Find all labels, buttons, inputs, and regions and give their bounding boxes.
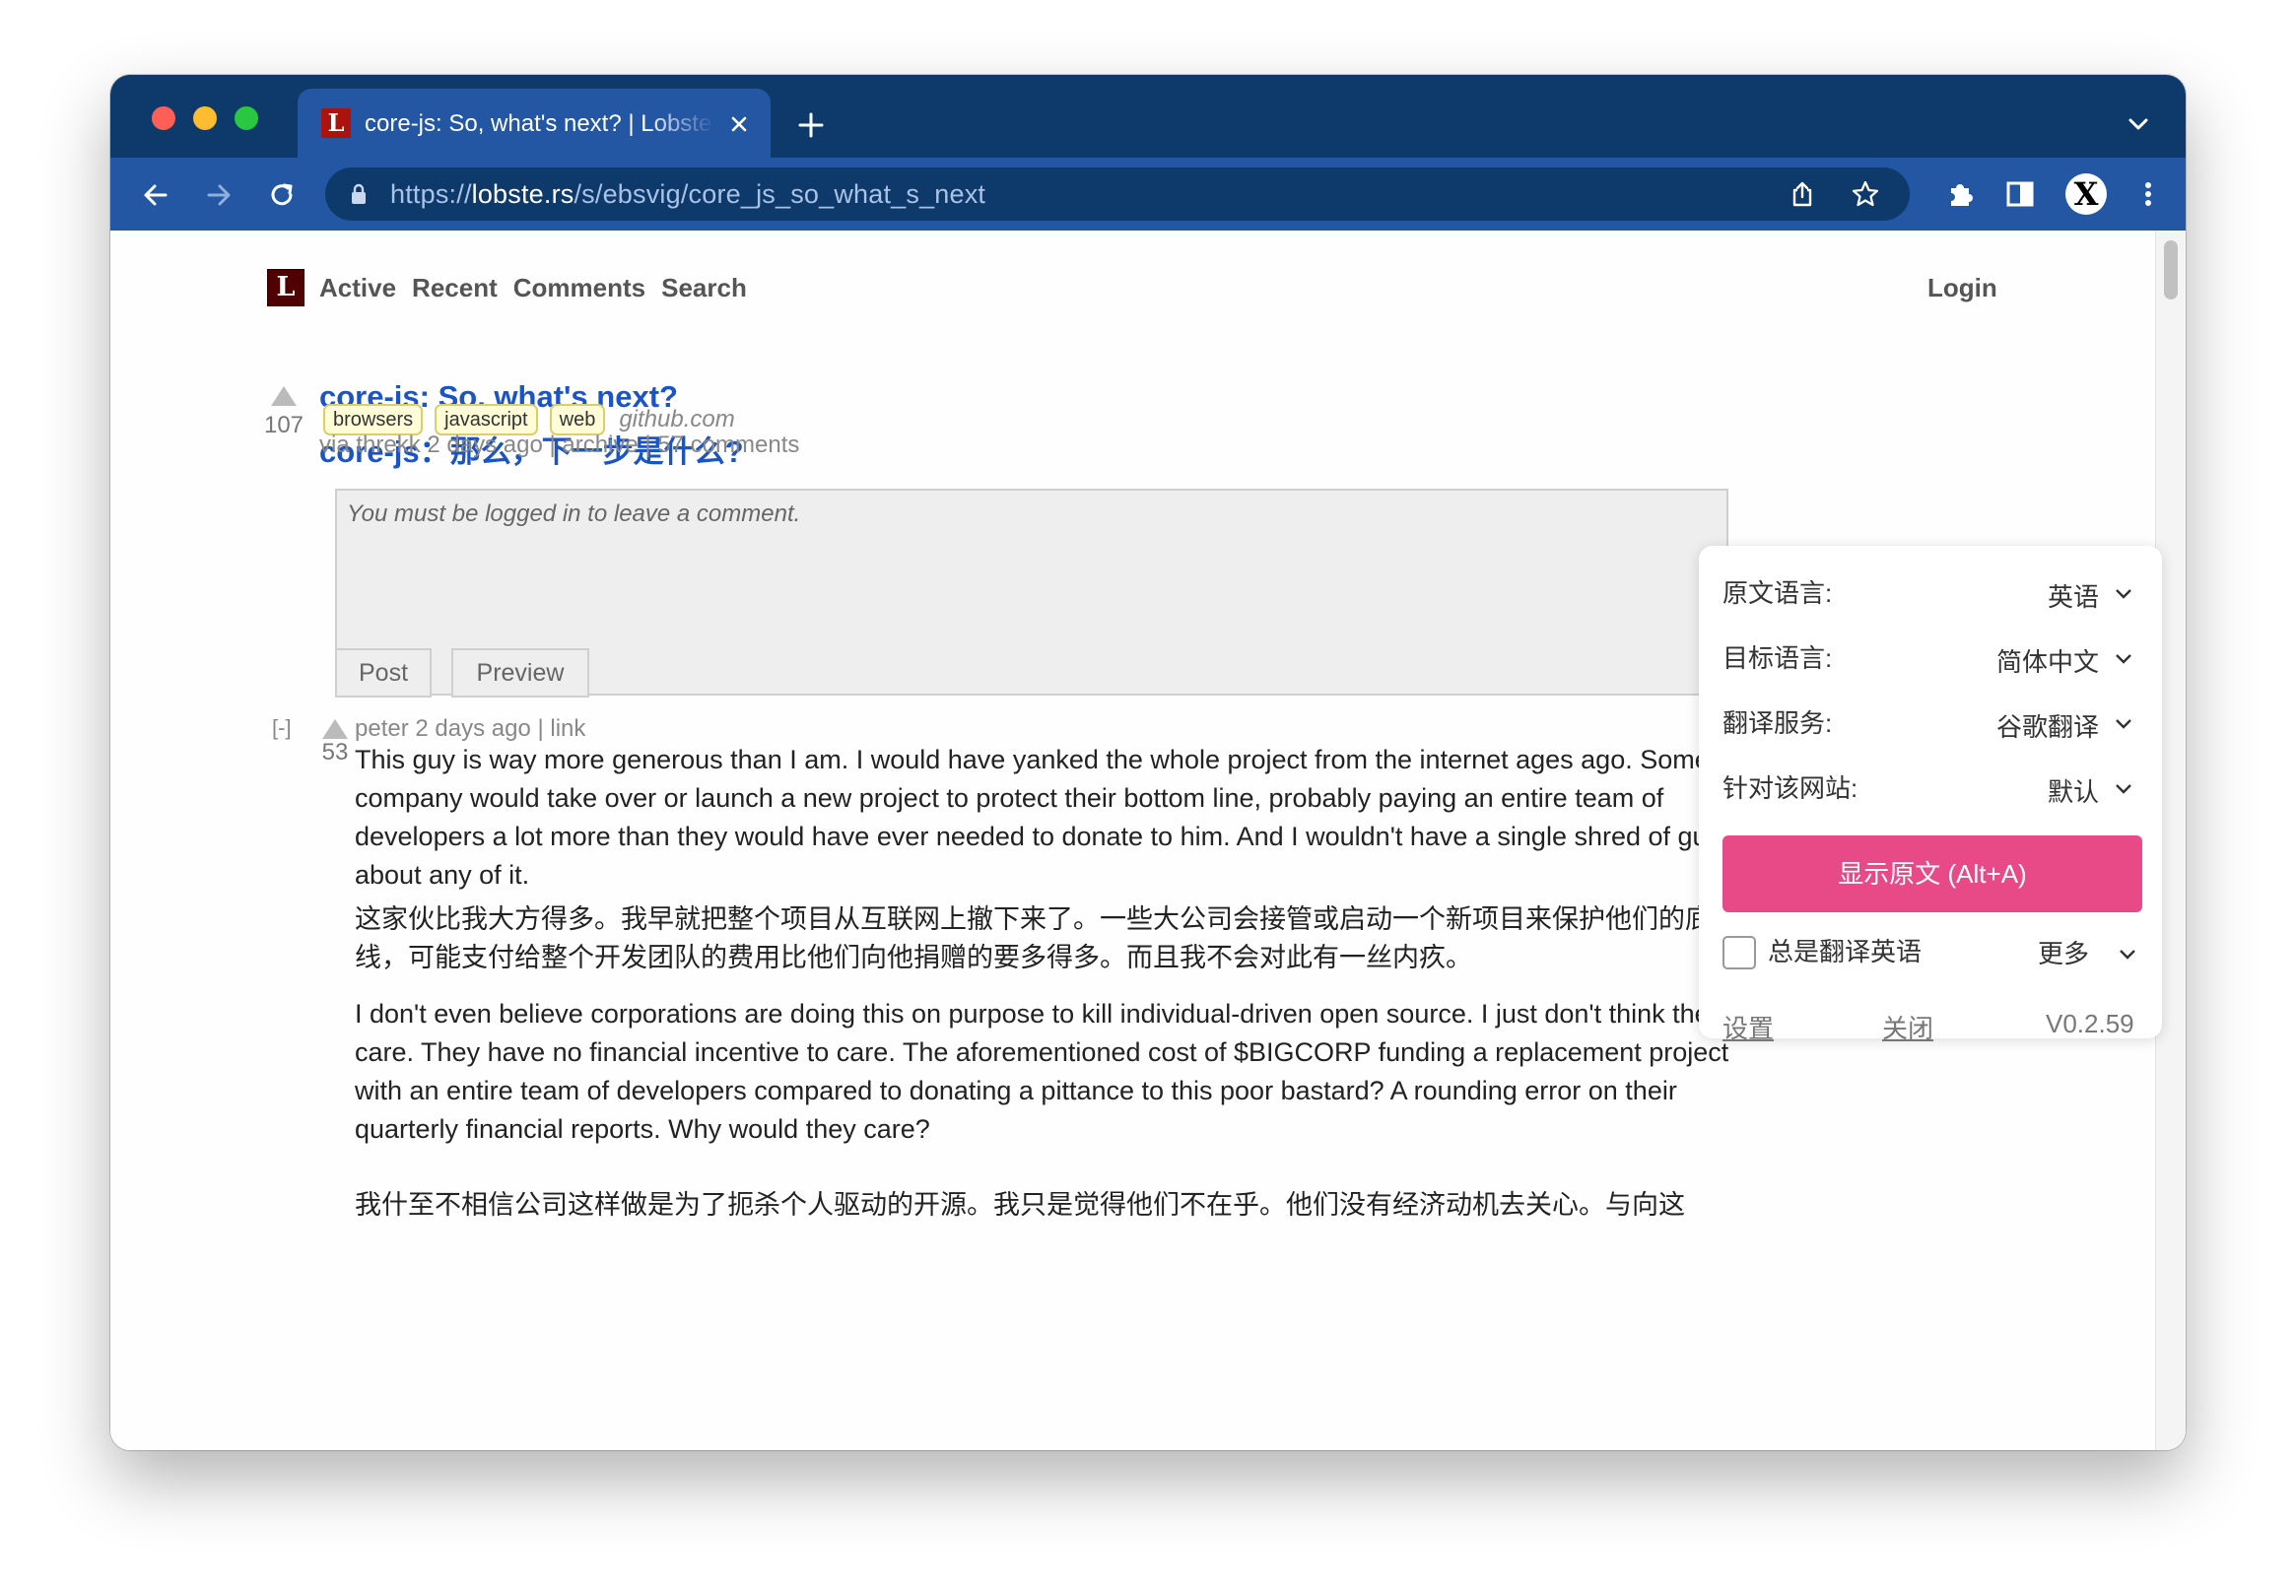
browser-menu-icon[interactable] (2130, 176, 2166, 212)
maximize-window-button[interactable] (235, 106, 258, 130)
show-original-button[interactable]: 显示原文 (Alt+A) (1722, 835, 2142, 912)
chevron-down-icon[interactable] (2117, 946, 2138, 962)
target-language-select[interactable]: 目标语言: 简体中文 (1722, 636, 2138, 680)
new-tab-icon[interactable] (794, 108, 828, 142)
translator-popup: 原文语言: 英语 目标语言: 简体中文 翻译服务: 谷歌翻译 针对该网站: 默认… (1699, 546, 2162, 1043)
site-rule-select[interactable]: 针对该网站: 默认 (1722, 766, 2138, 810)
story-score: 107 (263, 412, 304, 438)
target-language-label: 目标语言: (1722, 643, 1833, 673)
close-tab-icon[interactable] (725, 110, 753, 138)
version-label: V0.2.59 (2046, 1009, 2134, 1038)
reload-icon[interactable] (264, 177, 300, 213)
more-options[interactable]: 更多 (2038, 932, 2089, 975)
preview-button[interactable]: Preview (451, 648, 589, 698)
site-rule-label: 针对该网站: (1722, 773, 1858, 803)
story-byline: via threkk 2 days ago | archive | 57 com… (319, 432, 800, 458)
tab-search-chevron-icon[interactable] (2125, 114, 2152, 134)
always-translate-checkbox[interactable] (1722, 936, 1756, 969)
settings-link[interactable]: 设置 (1722, 1009, 1774, 1045)
site-rule-value[interactable]: 默认 (2048, 770, 2099, 814)
browser-tab[interactable]: L core-js: So, what's next? | Lobsters (298, 89, 771, 158)
scrollbar-thumb[interactable] (2164, 240, 2178, 299)
comment-paragraph-2-translated: 我什至不相信公司这样做是为了扼杀个人驱动的开源。我只是觉得他们不在乎。他们没有经… (355, 1190, 1685, 1220)
chevron-down-icon[interactable] (2113, 650, 2134, 666)
source-language-value[interactable]: 英语 (2048, 575, 2099, 619)
translation-service-select[interactable]: 翻译服务: 谷歌翻译 (1722, 701, 2138, 745)
site-nav: Active Recent Comments Search (319, 270, 747, 305)
collapse-comment-button[interactable]: [-] (272, 715, 292, 741)
comment-placeholder: You must be logged in to leave a comment… (347, 500, 801, 527)
lobsters-favicon-icon: L (321, 108, 351, 138)
comment-upvote-icon[interactable] (322, 719, 348, 739)
tab-bar: L core-js: So, what's next? | Lobsters (110, 75, 2186, 158)
story-upvote-icon[interactable] (271, 386, 297, 406)
comment-paragraph-1: This guy is way more generous than I am.… (355, 745, 1753, 890)
chevron-down-icon[interactable] (2113, 780, 2134, 796)
nav-active[interactable]: Active (319, 270, 396, 305)
profile-avatar[interactable]: X (2065, 173, 2107, 215)
nav-search[interactable]: Search (661, 270, 747, 305)
nav-recent[interactable]: Recent (412, 270, 498, 305)
forward-icon[interactable] (201, 177, 236, 213)
chevron-down-icon[interactable] (2113, 715, 2134, 731)
browser-window: L core-js: So, what's next? | Lobsters h… (110, 75, 2186, 1450)
url-text[interactable]: https://lobste.rs/s/ebsvig/core_js_so_wh… (390, 177, 985, 211)
comment-meta: peter 2 days ago | link (355, 715, 586, 742)
story-domain[interactable]: github.com (619, 406, 734, 433)
address-bar[interactable]: https://lobste.rs/s/ebsvig/core_js_so_wh… (325, 167, 1910, 221)
source-language-label: 原文语言: (1722, 578, 1833, 608)
always-translate-label[interactable]: 总是翻译英语 (1768, 932, 1922, 971)
lobsters-logo[interactable]: L (267, 269, 304, 306)
lock-icon[interactable] (349, 182, 369, 206)
close-window-button[interactable] (152, 106, 175, 130)
bookmark-star-icon[interactable] (1851, 179, 1880, 209)
post-button[interactable]: Post (335, 648, 432, 698)
share-icon[interactable] (1788, 179, 1817, 209)
translation-service-label: 翻译服务: (1722, 708, 1833, 738)
nav-comments[interactable]: Comments (513, 270, 645, 305)
source-language-select[interactable]: 原文语言: 英语 (1722, 571, 2138, 615)
close-link[interactable]: 关闭 (1882, 1009, 1933, 1045)
target-language-value[interactable]: 简体中文 (1996, 640, 2099, 684)
chevron-down-icon[interactable] (2113, 585, 2134, 601)
page-content: L Active Recent Comments Search Login 10… (110, 231, 2186, 1450)
back-icon[interactable] (138, 177, 173, 213)
side-panel-icon[interactable] (2002, 176, 2038, 212)
comment-paragraph-1-translated: 这家伙比我大方得多。我早就把整个项目从互联网上撤下来了。一些大公司会接管或启动一… (355, 904, 1712, 972)
comment-score: 53 (321, 739, 349, 765)
login-link[interactable]: Login (1927, 270, 1997, 305)
comment-paragraph-2: I don't even believe corporations are do… (355, 999, 1729, 1144)
translation-service-value[interactable]: 谷歌翻译 (1996, 705, 2099, 749)
minimize-window-button[interactable] (193, 106, 217, 130)
extensions-puzzle-icon[interactable] (1943, 176, 1979, 212)
browser-toolbar: https://lobste.rs/s/ebsvig/core_js_so_wh… (110, 158, 2186, 231)
tab-title: core-js: So, what's next? | Lobsters (365, 110, 715, 137)
